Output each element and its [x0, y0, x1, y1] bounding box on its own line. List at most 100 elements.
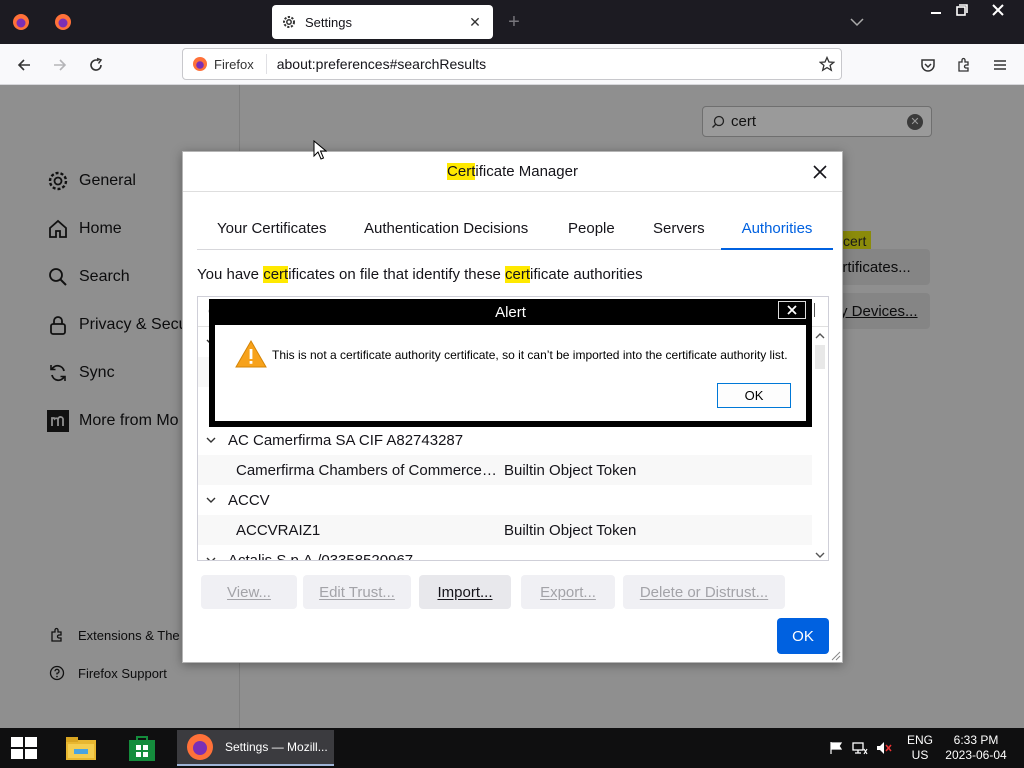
search-match-highlight: cert	[263, 266, 289, 283]
alert-ok-button[interactable]: OK	[717, 383, 791, 408]
sidebar-item-search[interactable]: Search	[46, 265, 130, 289]
security-device: Builtin Object Token	[504, 521, 637, 539]
settings-search-input[interactable]: cert ✕	[702, 106, 932, 137]
tab-servers[interactable]: Servers	[653, 210, 705, 250]
taskbar-window-title: Settings — Mozill...	[225, 740, 328, 754]
sidebar-item-firefox-support[interactable]: Firefox Support	[48, 664, 167, 682]
button-label: ertificates...	[834, 258, 911, 276]
identity-box[interactable]: Firefox	[192, 54, 267, 74]
column-picker-icon[interactable]	[814, 303, 822, 317]
tab-your-certificates[interactable]: Your Certificates	[217, 210, 327, 250]
vertical-scrollbar[interactable]	[812, 327, 828, 560]
search-value[interactable]: cert	[731, 113, 907, 130]
security-device: Builtin Object Token	[504, 461, 637, 479]
network-icon[interactable]	[852, 740, 868, 756]
table-row-group[interactable]: AC Camerfirma SA CIF A82743287	[198, 425, 812, 455]
ok-button[interactable]: OK	[777, 618, 829, 654]
group-name: ACCV	[228, 491, 270, 509]
restore-button[interactable]	[944, 0, 980, 20]
import-button[interactable]: Import...	[419, 575, 511, 609]
system-tray	[828, 740, 892, 756]
chevron-down-icon[interactable]	[848, 14, 866, 30]
warning-icon	[235, 339, 267, 368]
flag-icon[interactable]	[828, 740, 844, 756]
table-row-group[interactable]: ACCV	[198, 485, 812, 515]
view-button[interactable]: View...	[201, 575, 297, 609]
sidebar-item-label: General	[79, 172, 136, 189]
alert-body: This is not a certificate authority cert…	[215, 325, 806, 421]
table-row[interactable]: Camerfirma Chambers of Commerce Root Bui…	[198, 455, 812, 485]
scroll-up-icon[interactable]	[815, 331, 825, 341]
group-name: AC Camerfirma SA CIF A82743287	[228, 431, 464, 449]
alert-dialog: Alert This is not a certificate authorit…	[209, 299, 812, 427]
pocket-icon	[921, 59, 935, 72]
desc-text: ificates on file that identify these	[288, 266, 505, 283]
certificate-tabs: Your Certificates Authentication Decisio…	[197, 210, 833, 250]
reload-button[interactable]	[82, 52, 110, 78]
table-row-group[interactable]: Actalis S.p.A./03358520967	[198, 545, 812, 560]
puzzle-icon	[958, 57, 969, 72]
reload-icon	[90, 57, 103, 71]
gear-icon	[283, 16, 295, 28]
taskbar-firefox-button[interactable]: Settings — Mozill...	[177, 730, 334, 766]
pocket-button[interactable]	[914, 52, 942, 78]
tab-authorities[interactable]: Authorities	[721, 210, 833, 250]
taskbar-clock[interactable]: 6:33 PM 2023-06-04	[944, 733, 1008, 763]
export-button[interactable]: Export...	[521, 575, 615, 609]
sidebar-item-extensions-themes[interactable]: Extensions & The	[48, 626, 180, 644]
sidebar-item-home[interactable]: Home	[46, 217, 122, 241]
extensions-button[interactable]	[950, 52, 978, 78]
store-icon[interactable]	[128, 734, 156, 762]
certificate-name: Camerfirma Chambers of Commerce Root	[236, 461, 498, 479]
edit-trust-button[interactable]: Edit Trust...	[303, 575, 411, 609]
arrow-left-icon	[17, 59, 30, 71]
clock-date: 2023-06-04	[945, 748, 1007, 762]
close-icon[interactable]	[810, 162, 830, 182]
resize-grip-icon[interactable]	[829, 649, 841, 661]
close-tab-icon[interactable]: ✕	[467, 14, 483, 30]
lock-icon	[46, 313, 70, 337]
new-tab-button[interactable]: +	[504, 12, 524, 32]
input-language-indicator[interactable]: ENG US	[906, 733, 934, 763]
url-bar[interactable]: Firefox about:preferences#searchResults	[182, 48, 842, 80]
back-button[interactable]	[10, 52, 38, 78]
background-tab-firefox-icon[interactable]	[53, 12, 73, 32]
tab-settings[interactable]: Settings ✕	[272, 5, 493, 39]
clear-search-icon[interactable]: ✕	[907, 113, 923, 130]
app-menu-button[interactable]	[986, 52, 1014, 78]
search-icon	[46, 265, 70, 289]
scroll-thumb[interactable]	[815, 345, 825, 369]
gear-icon	[46, 169, 70, 193]
chevron-down-icon[interactable]	[206, 556, 220, 560]
sidebar-item-privacy[interactable]: Privacy & Secu	[46, 313, 187, 337]
scroll-down-icon[interactable]	[815, 550, 825, 560]
button-label: y Devices...	[840, 302, 918, 320]
url-text[interactable]: about:preferences#searchResults	[277, 56, 813, 72]
close-window-button[interactable]	[980, 0, 1016, 20]
sidebar-item-label: Extensions & The	[78, 627, 180, 643]
chevron-down-icon[interactable]	[206, 436, 220, 444]
bookmark-star-icon[interactable]	[813, 50, 841, 78]
identity-label: Firefox	[214, 56, 254, 72]
table-row[interactable]: ACCVRAIZ1 Builtin Object Token	[198, 515, 812, 545]
sidebar-item-label: Sync	[79, 364, 115, 381]
tab-authentication-decisions[interactable]: Authentication Decisions	[364, 210, 528, 250]
file-explorer-icon[interactable]	[64, 734, 98, 762]
sidebar-item-label: More from Mo	[79, 412, 179, 429]
windows-start-icon[interactable]	[10, 736, 38, 760]
alert-message: This is not a certificate authority cert…	[272, 348, 788, 362]
delete-or-distrust-button[interactable]: Delete or Distrust...	[623, 575, 785, 609]
chevron-down-icon[interactable]	[206, 496, 220, 504]
tab-people[interactable]: People	[568, 210, 615, 250]
firefox-icon[interactable]	[11, 12, 31, 32]
help-icon	[48, 664, 66, 682]
sidebar-item-more-from-mozilla[interactable]: More from Mo	[46, 409, 179, 433]
dialog-title-text: ificate Manager	[475, 163, 578, 180]
volume-muted-icon[interactable]	[876, 740, 892, 756]
hamburger-menu-icon	[994, 60, 1006, 70]
sidebar-item-sync[interactable]: Sync	[46, 361, 115, 385]
sidebar-item-general[interactable]: General	[46, 169, 136, 193]
tab-title: Settings	[305, 14, 352, 30]
forward-button[interactable]	[46, 52, 74, 78]
close-alert-button[interactable]	[778, 301, 806, 319]
